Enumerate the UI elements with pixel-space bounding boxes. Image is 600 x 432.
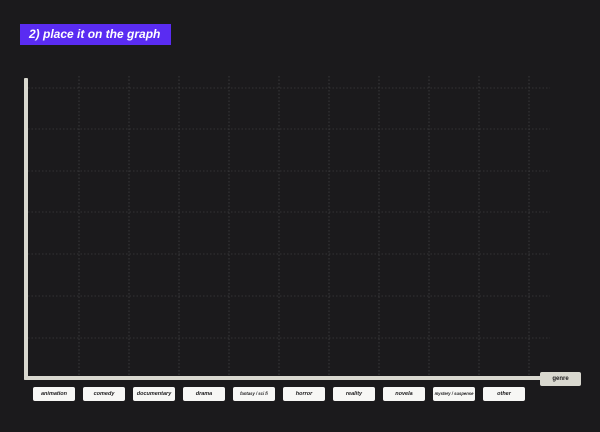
genre-chip-other[interactable]: other: [483, 387, 525, 401]
genre-chip-mystery-suspense[interactable]: mystery / suspense: [433, 387, 475, 401]
y-axis: [24, 78, 28, 380]
genre-chip-reality[interactable]: reality: [333, 387, 375, 401]
genre-chip-drama[interactable]: drama: [183, 387, 225, 401]
genre-chip-fantasy-sci-fi[interactable]: fantasy / sci fi: [233, 387, 275, 401]
genre-chip-novela[interactable]: novela: [383, 387, 425, 401]
genre-chip-documentary[interactable]: documentary: [133, 387, 175, 401]
genre-chip-comedy[interactable]: comedy: [83, 387, 125, 401]
x-axis-label: genre: [540, 372, 581, 386]
x-axis: [24, 376, 552, 380]
graph-grid: [28, 76, 550, 376]
genre-chip-horror[interactable]: horror: [283, 387, 325, 401]
genre-chip-animation[interactable]: animation: [33, 387, 75, 401]
